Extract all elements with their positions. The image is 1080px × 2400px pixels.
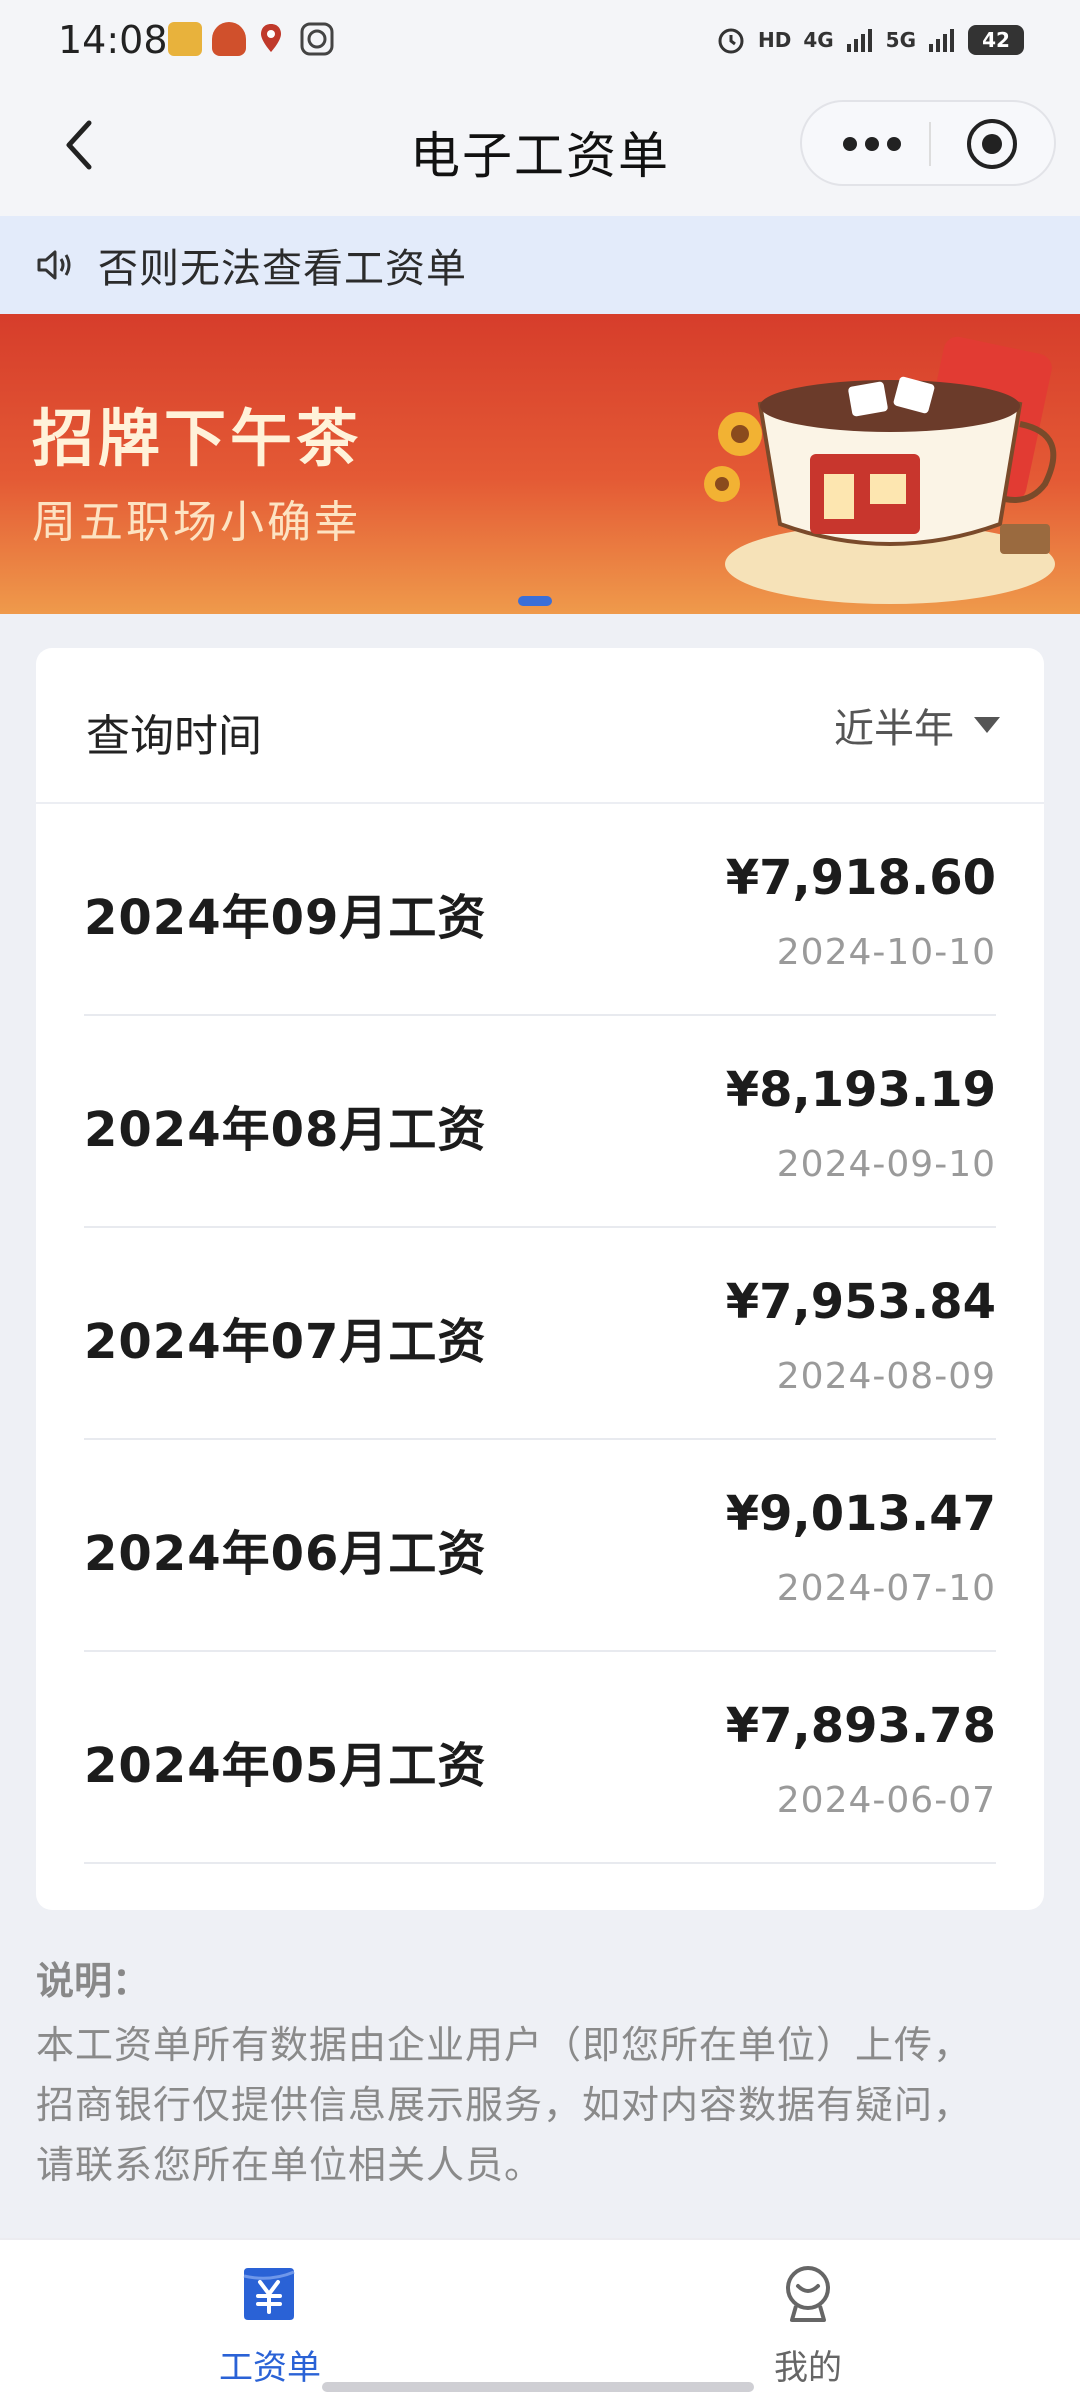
salary-row[interactable]: 2024年07月工资 ¥7,953.84 2024-08-09	[84, 1228, 996, 1440]
promo-banner[interactable]: 招牌下午茶 周五职场小确幸	[0, 314, 1080, 614]
alarm-icon	[716, 25, 746, 55]
payment-date: 2024-08-09	[776, 1356, 996, 1397]
banner-title: 招牌下午茶	[32, 402, 363, 475]
salary-row[interactable]: 2024年05月工资 ¥7,893.78 2024-06-07	[84, 1652, 996, 1864]
notice-bar: 否则无法查看工资单	[0, 216, 1080, 314]
time-range-dropdown[interactable]: 近半年	[834, 700, 1000, 752]
query-time-row: 查询时间 近半年	[36, 648, 1044, 804]
target-close-icon	[967, 119, 1017, 169]
status-time: 14:08	[58, 18, 168, 62]
profile-icon	[786, 2266, 830, 2322]
note-line: 请联系您所在单位相关人员。	[36, 2143, 544, 2187]
more-button[interactable]	[822, 112, 922, 176]
nav-bar: 电子工资单	[0, 82, 1080, 216]
salary-row[interactable]: 2024年09月工资 ¥7,918.60 2024-10-10	[84, 804, 996, 1016]
hd-indicator: HD	[757, 28, 792, 52]
carousel-indicator	[518, 596, 552, 606]
tab-profile[interactable]: 我的	[708, 2240, 908, 2400]
bottom-tab-bar: 工资单 我的	[0, 2238, 1080, 2400]
signal-icon	[846, 28, 874, 52]
query-time-label: 查询时间	[86, 711, 262, 762]
teacup-illustration	[704, 336, 1057, 604]
payment-date: 2024-09-10	[776, 1144, 996, 1185]
disclaimer-note: 说明： 本工资单所有数据由企业用户（即您所在单位）上传， 招商银行仅提供信息展示…	[36, 1950, 1046, 2195]
salary-amount: ¥9,013.47	[725, 1486, 996, 1542]
salary-amount: ¥7,953.84	[725, 1274, 996, 1330]
tab-payslip[interactable]: 工资单	[170, 2240, 370, 2400]
mini-program-capsule	[800, 100, 1056, 186]
banner-subtitle: 周五职场小确幸	[32, 497, 361, 548]
capsule-divider	[929, 122, 931, 166]
salary-month: 2024年05月工资	[84, 1738, 487, 1794]
notification-app-icon	[168, 22, 202, 56]
more-dots-icon	[843, 137, 857, 151]
salary-amount: ¥7,893.78	[725, 1698, 996, 1754]
location-pin-icon	[258, 22, 284, 56]
note-line: 本工资单所有数据由企业用户（即您所在单位）上传，	[36, 2023, 973, 2067]
notification-app-icon	[212, 22, 246, 56]
notice-text: 否则无法查看工资单	[98, 246, 467, 292]
salary-list-card: 查询时间 近半年 2024年09月工资 ¥7,918.60 2024-10-10…	[36, 648, 1044, 1910]
signal-icon	[928, 28, 956, 52]
salary-month: 2024年07月工资	[84, 1314, 487, 1370]
salary-row[interactable]: 2024年08月工资 ¥8,193.19 2024-09-10	[84, 1016, 996, 1228]
payment-date: 2024-10-10	[776, 932, 996, 973]
app-badge-icon	[300, 22, 334, 56]
caret-down-icon	[974, 717, 1000, 733]
salary-row[interactable]: 2024年06月工资 ¥9,013.47 2024-07-10	[84, 1440, 996, 1652]
time-range-value: 近半年	[834, 706, 954, 752]
home-indicator[interactable]	[322, 2382, 754, 2392]
network-5g-indicator: 5G	[885, 28, 916, 52]
close-mini-program-button[interactable]	[952, 112, 1032, 176]
salary-amount: ¥8,193.19	[725, 1062, 996, 1118]
network-4g-indicator: 4G	[803, 28, 834, 52]
salary-month: 2024年09月工资	[84, 890, 487, 946]
payment-date: 2024-07-10	[776, 1568, 996, 1609]
speaker-icon	[37, 250, 71, 280]
salary-month: 2024年08月工资	[84, 1102, 487, 1158]
salary-month: 2024年06月工资	[84, 1526, 487, 1582]
note-title: 说明：	[36, 1959, 151, 2003]
note-line: 招商银行仅提供信息展示服务，如对内容数据有疑问，	[36, 2083, 973, 2127]
salary-amount: ¥7,918.60	[725, 850, 996, 906]
battery-indicator: 42	[968, 25, 1024, 55]
payment-date: 2024-06-07	[776, 1780, 996, 1821]
payslip-icon	[243, 2268, 295, 2320]
status-indicators: HD 4G 5G 42	[716, 22, 1024, 58]
status-bar: 14:08 HD 4G 5G 42	[0, 0, 1080, 82]
